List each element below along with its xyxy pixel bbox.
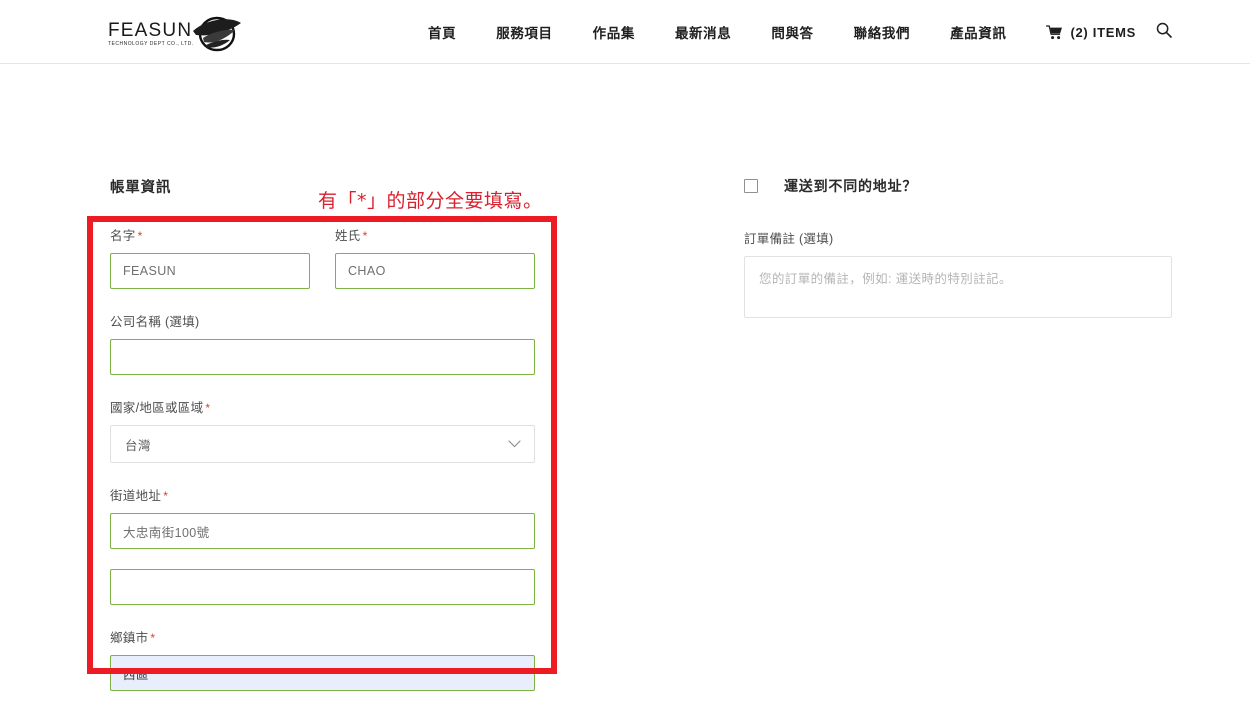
nav-item-faq[interactable]: 問與答 bbox=[751, 22, 833, 42]
ship-different-address-checkbox[interactable] bbox=[744, 179, 758, 193]
company-label: 公司名稱 (選填) bbox=[110, 315, 200, 329]
order-note-field: 訂單備註 (選填) bbox=[744, 228, 1172, 323]
company-field: 公司名稱 (選填) bbox=[110, 311, 535, 375]
main-navigation: 首頁 服務項目 作品集 最新消息 問與答 聯絡我們 產品資訊 (2) ITEMS bbox=[408, 0, 1172, 64]
first-name-input[interactable] bbox=[110, 253, 310, 289]
street-address-label-text: 街道地址 bbox=[110, 489, 162, 503]
last-name-field: 姓氏 * bbox=[335, 225, 535, 289]
leaf-swoosh-logo-icon bbox=[190, 14, 242, 54]
country-field: 國家/地區或區域 * 台灣 bbox=[110, 397, 535, 463]
first-name-label: 名字 * bbox=[110, 225, 310, 244]
logo-subtitle: TECHNOLOGY DEPT CO., LTD. bbox=[108, 40, 194, 47]
country-select-wrapper: 台灣 bbox=[110, 425, 535, 463]
search-icon bbox=[1156, 22, 1172, 43]
ship-different-address-label[interactable]: 運送到不同的地址？ bbox=[784, 176, 917, 196]
annotation-required-fields-text: 有「*」的部分全要填寫。 bbox=[318, 190, 543, 212]
city-field: 鄉鎮市 * bbox=[110, 627, 535, 691]
logo-wordmark: FEASUN bbox=[108, 19, 193, 41]
cart-items-count: (2) ITEMS bbox=[1070, 24, 1136, 40]
country-label-text: 國家/地區或區域 bbox=[110, 401, 204, 415]
street-address-label: 街道地址 * bbox=[110, 485, 535, 504]
billing-details-column: 帳單資訊 名字* 姓氏* 公司名稱 (選填) 國家/地區或區域* bbox=[110, 176, 535, 705]
last-name-input[interactable] bbox=[335, 253, 535, 289]
city-label-text: 鄉鎮市 bbox=[110, 631, 149, 645]
city-input[interactable] bbox=[110, 655, 535, 691]
name-fields-row: 名字* 姓氏* bbox=[110, 225, 535, 303]
nav-item-services[interactable]: 服務項目 bbox=[476, 22, 572, 42]
first-name-label-text: 名字 bbox=[110, 229, 136, 243]
street-address-input-line1[interactable] bbox=[110, 513, 535, 549]
nav-item-portfolio[interactable]: 作品集 bbox=[573, 22, 655, 42]
nav-item-news[interactable]: 最新消息 bbox=[655, 22, 751, 42]
first-name-field: 名字 * bbox=[110, 225, 310, 289]
last-name-label: 姓氏 * bbox=[335, 225, 535, 244]
city-label: 鄉鎮市 * bbox=[110, 627, 535, 646]
country-label: 國家/地區或區域 * bbox=[110, 397, 535, 416]
company-input[interactable] bbox=[110, 339, 535, 375]
site-logo[interactable]: FEASUN TECHNOLOGY DEPT CO., LTD. bbox=[108, 13, 242, 55]
country-select[interactable]: 台灣 bbox=[110, 425, 535, 463]
order-note-label: 訂單備註 (選填) bbox=[744, 232, 834, 246]
last-name-label-text: 姓氏 bbox=[335, 229, 361, 243]
required-asterisk: * bbox=[362, 229, 368, 243]
street-address-field-line2 bbox=[110, 569, 535, 605]
required-asterisk: * bbox=[163, 489, 169, 503]
street-address-input-line2[interactable] bbox=[110, 569, 535, 605]
nav-item-home[interactable]: 首頁 bbox=[408, 22, 476, 42]
shopping-cart-icon bbox=[1046, 24, 1063, 40]
nav-item-products[interactable]: 產品資訊 bbox=[930, 22, 1026, 42]
logo-text-block: FEASUN TECHNOLOGY DEPT CO., LTD. bbox=[108, 21, 194, 48]
checkout-page: 帳單資訊 名字* 姓氏* 公司名稱 (選填) 國家/地區或區域* bbox=[0, 64, 1250, 691]
order-note-textarea[interactable] bbox=[744, 256, 1172, 318]
cart-link[interactable]: (2) ITEMS bbox=[1026, 25, 1136, 40]
site-header: FEASUN TECHNOLOGY DEPT CO., LTD. 首頁 服務項目… bbox=[0, 0, 1250, 64]
street-address-field: 街道地址 * bbox=[110, 485, 535, 549]
nav-item-contact[interactable]: 聯絡我們 bbox=[834, 22, 930, 42]
shipping-notes-column: 運送到不同的地址？ 訂單備註 (選填) bbox=[744, 176, 1172, 337]
search-button[interactable] bbox=[1136, 22, 1172, 43]
required-asterisk: * bbox=[150, 631, 156, 645]
required-asterisk: * bbox=[137, 229, 143, 243]
ship-to-different-address-toggle[interactable]: 運送到不同的地址？ bbox=[744, 176, 1172, 196]
required-asterisk: * bbox=[205, 401, 211, 415]
